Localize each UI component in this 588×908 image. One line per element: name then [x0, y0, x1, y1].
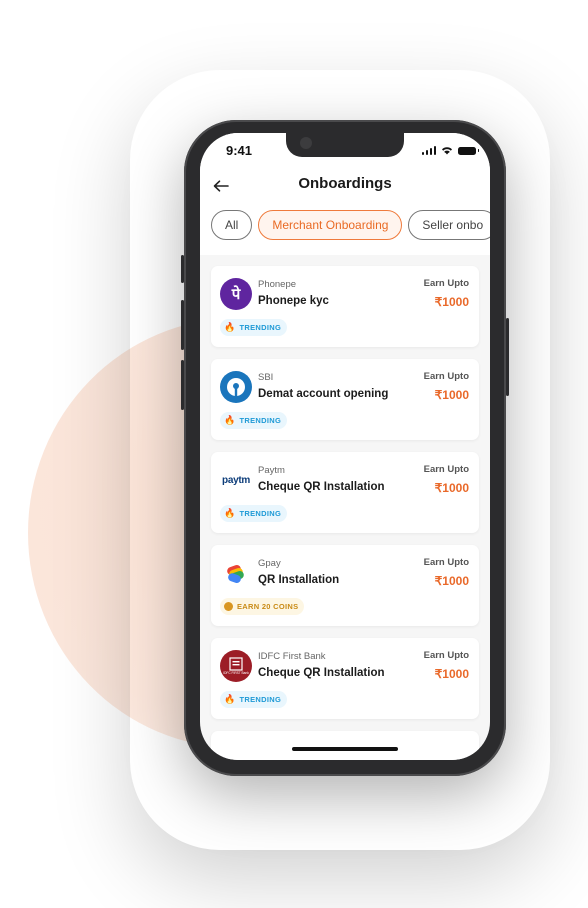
gpay-wallet-icon: [227, 564, 244, 584]
coin-icon: [224, 602, 233, 611]
filter-bar: All Merchant Onboarding Seller onbo: [200, 205, 490, 255]
power-button: [506, 318, 509, 396]
sbi-logo-icon: [220, 371, 252, 403]
mute-switch: [181, 255, 184, 283]
card-title: Cheque QR Installation: [258, 667, 385, 679]
app-header: Onboardings: [200, 167, 490, 205]
fire-icon: 🔥: [224, 694, 236, 704]
badge-label: EARN 20 COINS: [237, 602, 299, 611]
card-title: Phonepe kyc: [258, 295, 329, 307]
phonepe-logo-text: पे: [231, 286, 241, 303]
status-icons: [421, 146, 479, 155]
earn-amount: ₹1000: [434, 388, 469, 402]
card-brand: Paytm: [258, 465, 285, 476]
onboarding-card-phonepe[interactable]: पे Phonepe Phonepe kyc Earn Upto ₹1000 🔥…: [211, 266, 479, 347]
trending-badge: 🔥 TRENDING: [220, 412, 288, 429]
onboarding-card-sbi[interactable]: SBI Demat account opening Earn Upto ₹100…: [211, 359, 479, 440]
wifi-icon: [442, 147, 452, 155]
badge-label: TRENDING: [239, 695, 282, 704]
trending-badge: 🔥 TRENDING: [220, 319, 288, 336]
card-brand: Phonepe: [258, 279, 297, 290]
idfc-logo-text: IDFC FIRST Bank: [223, 670, 249, 675]
filter-chip-seller-onboarding[interactable]: Seller onbo: [408, 210, 490, 240]
phone-frame: 9:41 Onboardings All Merchant Onboarding…: [181, 120, 509, 776]
earn-label: Earn Upto: [423, 371, 469, 382]
filter-chip-row: All Merchant Onboarding Seller onbo: [211, 210, 490, 240]
card-title: Cheque QR Installation: [258, 481, 385, 493]
gpay-logo-icon: [220, 557, 252, 589]
fire-icon: 🔥: [224, 322, 236, 332]
earn-label: Earn Upto: [423, 464, 469, 475]
phone-screen: 9:41 Onboardings All Merchant Onboarding…: [200, 133, 490, 760]
onboarding-card-idfc[interactable]: IDFC FIRST Bank IDFC First Bank Cheque Q…: [211, 638, 479, 719]
paytm-logo-icon: paytm: [220, 464, 252, 496]
onboarding-list: पे Phonepe Phonepe kyc Earn Upto ₹1000 🔥…: [211, 266, 479, 760]
card-brand: IDFC First Bank: [258, 651, 326, 662]
sbi-emblem-icon: [227, 378, 245, 397]
front-camera: [300, 137, 312, 149]
volume-down-button: [181, 360, 184, 410]
card-brand: Gpay: [258, 558, 281, 569]
status-time: 9:41: [226, 143, 253, 158]
fire-icon: 🔥: [224, 415, 236, 425]
badge-label: TRENDING: [239, 323, 282, 332]
filter-chip-all[interactable]: All: [211, 210, 253, 240]
onboarding-card-paytm[interactable]: paytm Paytm Cheque QR Installation Earn …: [211, 452, 479, 533]
earn-label: Earn Upto: [423, 650, 469, 661]
card-title: Demat account opening: [258, 388, 389, 400]
earn-amount: ₹1000: [434, 574, 469, 588]
coins-badge: EARN 20 COINS: [220, 598, 305, 615]
phonepe-logo-icon: पे: [220, 278, 252, 310]
battery-icon: [458, 146, 479, 155]
home-indicator[interactable]: [292, 747, 398, 751]
onboarding-card-gpay[interactable]: Gpay QR Installation Earn Upto ₹1000 EAR…: [211, 545, 479, 626]
signal-icon: [421, 146, 436, 155]
trending-badge: 🔥 TRENDING: [220, 505, 288, 522]
page-title: Onboardings: [298, 175, 392, 192]
trending-badge: 🔥 TRENDING: [220, 691, 288, 708]
notch: [286, 133, 404, 157]
earn-amount: ₹1000: [434, 295, 469, 309]
earn-amount: ₹1000: [434, 667, 469, 681]
filter-chip-merchant-onboarding[interactable]: Merchant Onboarding: [258, 210, 403, 240]
badge-label: TRENDING: [239, 416, 282, 425]
paytm-logo-text: paytm: [222, 474, 250, 486]
fire-icon: 🔥: [224, 508, 236, 518]
idfc-emblem-icon: [229, 657, 243, 671]
badge-label: TRENDING: [239, 509, 282, 518]
card-brand: SBI: [258, 372, 274, 383]
card-title: QR Installation: [258, 574, 340, 586]
onboarding-card-partial[interactable]: [211, 731, 479, 760]
volume-up-button: [181, 300, 184, 350]
idfc-logo-icon: IDFC FIRST Bank: [220, 650, 252, 682]
earn-amount: ₹1000: [434, 481, 469, 495]
earn-label: Earn Upto: [423, 557, 469, 568]
earn-label: Earn Upto: [423, 278, 469, 289]
